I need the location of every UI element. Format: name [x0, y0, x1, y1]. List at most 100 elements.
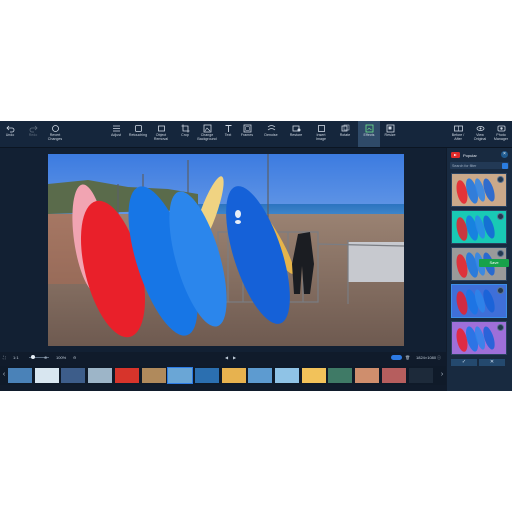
- eraser-icon: [157, 124, 166, 133]
- eye-icon: [476, 124, 485, 133]
- favorite-icon[interactable]: [497, 176, 504, 183]
- before-after-icon: [453, 124, 463, 133]
- toolbar-object-removal-button[interactable]: Object Removal: [150, 121, 172, 147]
- effects-panel: Popular × Search for filter ✓ ✕: [447, 148, 512, 391]
- close-icon[interactable]: ×: [501, 151, 508, 158]
- zoom-slider-handle[interactable]: [31, 355, 35, 359]
- toolbar-resize-button[interactable]: Resize: [379, 121, 401, 147]
- favorite-icon[interactable]: [497, 287, 504, 294]
- filmstrip-left-arrow-icon[interactable]: ‹: [1, 371, 7, 379]
- surfboards-photo: [48, 154, 404, 346]
- toolbar-view-original-button[interactable]: View Original: [469, 121, 491, 147]
- toolbar-label: Crop: [181, 133, 189, 137]
- filmstrip-thumbnail[interactable]: [355, 368, 380, 383]
- filter-search-input[interactable]: Search for filter: [450, 162, 509, 169]
- info-icon[interactable]: ⓘ: [437, 353, 441, 362]
- filmstrip: ‹ ›: [0, 366, 446, 385]
- toolbar-label: Undo: [5, 133, 15, 137]
- filmstrip-thumbnail[interactable]: [61, 368, 86, 383]
- toolbar-undo-button[interactable]: Undo: [0, 121, 21, 147]
- delete-icon[interactable]: 🗑: [405, 353, 410, 362]
- toolbar-before-after-button[interactable]: Before / After: [447, 121, 469, 147]
- filmstrip-thumbnail[interactable]: [248, 368, 273, 383]
- favorite-icon[interactable]: [497, 324, 504, 331]
- filmstrip-thumbnail[interactable]: [141, 368, 166, 383]
- toolbar-redo-button[interactable]: Redo: [22, 121, 44, 147]
- toolbar-label: Before / After: [451, 133, 465, 141]
- toolbar-crop-button[interactable]: Crop: [174, 121, 196, 147]
- sliders-icon: [112, 124, 121, 133]
- edited-photo[interactable]: [48, 154, 404, 346]
- favorite-icon[interactable]: [497, 213, 504, 220]
- toolbar-label: Effects: [363, 133, 375, 137]
- filmstrip-right-arrow-icon[interactable]: ›: [439, 371, 445, 379]
- filmstrip-thumbnail[interactable]: [34, 368, 59, 383]
- toolbar-label: Revert Changes: [47, 133, 63, 141]
- toolbar-label: Restore: [289, 133, 303, 137]
- fit-screen-icon[interactable]: ⛶: [3, 353, 6, 362]
- retouch-icon: [134, 124, 143, 133]
- toolbar-insert-image-button[interactable]: Insert Image: [310, 121, 332, 147]
- toolbar-label: Adjust: [111, 133, 121, 137]
- effects-category[interactable]: Popular: [451, 151, 477, 159]
- toolbar-denoise-button[interactable]: Denoise: [260, 121, 282, 147]
- filmstrip-thumbnail[interactable]: [194, 368, 219, 383]
- toolbar-label: Photo Manager: [493, 133, 509, 141]
- filter-thumbnail[interactable]: [451, 210, 507, 244]
- toolbar-retouching-button[interactable]: Retouching: [127, 121, 149, 147]
- filter-search-placeholder: Search for filter: [452, 163, 477, 168]
- previous-image-icon[interactable]: ◀: [225, 353, 228, 362]
- toolbar-change-background-button[interactable]: Change Background: [196, 121, 218, 147]
- filmstrip-thumbnail[interactable]: [221, 368, 246, 383]
- photo-manager-icon: [497, 124, 506, 133]
- frame-icon: [243, 124, 252, 133]
- toolbar-label: Change Background: [197, 133, 217, 141]
- toolbar-rotate-button[interactable]: Rotate: [334, 121, 356, 147]
- insert-image-icon: [317, 124, 326, 133]
- filmstrip-thumbnail[interactable]: [88, 368, 113, 383]
- favorite-icon[interactable]: [497, 250, 504, 257]
- toolbar-label: Object Removal: [153, 133, 169, 141]
- undo-icon: [5, 124, 15, 133]
- toolbar-frames-button[interactable]: Frames: [236, 121, 258, 147]
- filter-thumbnail[interactable]: [451, 284, 507, 318]
- filmstrip-thumbnail[interactable]: [301, 368, 326, 383]
- text-icon: [224, 124, 233, 133]
- top-toolbar: Undo Redo Revert Changes Adjust Retouching Ob…: [0, 121, 512, 148]
- ratio-label[interactable]: 1:1: [13, 353, 19, 362]
- toolbar-label: Rotate: [339, 133, 351, 137]
- save-button[interactable]: Save: [479, 259, 509, 267]
- toolbar-label: Frames: [240, 133, 254, 137]
- filmstrip-thumbnail[interactable]: [114, 368, 139, 383]
- toolbar-effects-button[interactable]: Effects: [358, 121, 380, 147]
- image-canvas: [0, 148, 446, 352]
- toolbar-label: Resize: [384, 133, 396, 137]
- effects-icon: [365, 124, 374, 133]
- filmstrip-thumbnail[interactable]: [408, 368, 433, 383]
- filmstrip-thumbnail[interactable]: [328, 368, 353, 383]
- zoom-in-icon[interactable]: ⊕: [44, 353, 47, 362]
- toolbar-revert-changes-button[interactable]: Revert Changes: [44, 121, 66, 147]
- check-icon[interactable]: ✓: [451, 359, 477, 366]
- filmstrip-thumbnail[interactable]: [381, 368, 406, 383]
- resize-icon: [386, 124, 395, 133]
- zoom-info-icon: ⊖: [73, 355, 77, 360]
- toolbar-photo-manager-button[interactable]: Photo Manager: [490, 121, 512, 147]
- search-icon[interactable]: [502, 162, 508, 169]
- next-image-icon[interactable]: ▶: [233, 353, 236, 362]
- filter-thumbnail[interactable]: [451, 173, 507, 207]
- toolbar-adjust-button[interactable]: Adjust: [105, 121, 127, 147]
- toolbar-label: Denoise: [264, 133, 278, 137]
- filmstrip-thumbnail[interactable]: [8, 368, 32, 383]
- image-size: 1824×1080: [416, 355, 437, 360]
- toolbar-label: Text: [224, 133, 232, 137]
- cancel-icon[interactable]: ✕: [479, 359, 505, 366]
- rotate-icon: [341, 124, 350, 133]
- filmstrip-thumbnail[interactable]: [167, 367, 194, 384]
- canvas-status-bar: ⛶ 1:1 ⊕ 100% ⊖ ◀ ▶ 🗑 1824×1080 ⓘ: [0, 353, 446, 362]
- toolbar-label: View Original: [473, 133, 487, 141]
- compare-toggle[interactable]: [391, 355, 402, 360]
- filmstrip-thumbnail[interactable]: [275, 368, 299, 383]
- toolbar-restore-button[interactable]: Restore: [285, 121, 307, 147]
- filter-thumbnail[interactable]: [451, 321, 507, 355]
